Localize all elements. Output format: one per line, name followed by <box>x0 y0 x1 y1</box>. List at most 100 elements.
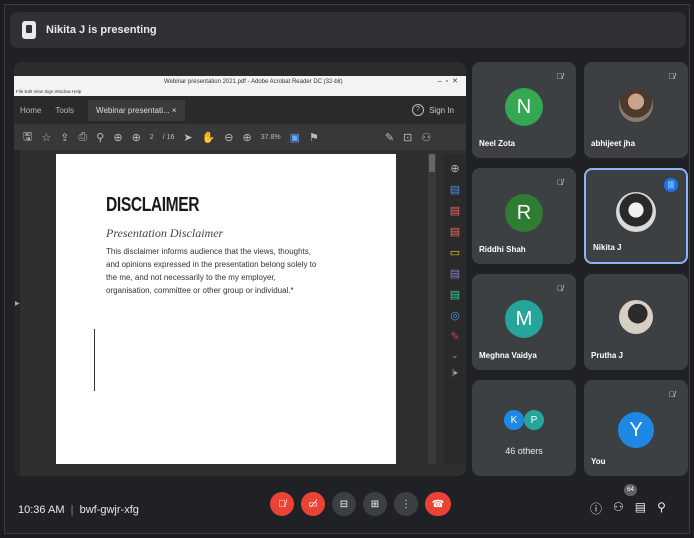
scrollbar-thumb[interactable] <box>429 154 435 172</box>
page-number-input[interactable]: 2 <box>150 134 154 141</box>
present-button[interactable]: ⊞ <box>363 492 387 516</box>
slide-accent-line <box>94 329 95 391</box>
share-icon[interactable]: ⊡ <box>403 131 412 144</box>
avatar: K <box>504 410 524 430</box>
avatar <box>619 300 653 334</box>
side-panel-controls: ⓘ ⚇ ▤ ⚲ <box>590 500 677 517</box>
chat-icon[interactable]: ▤ <box>635 500 646 517</box>
acrobat-window-title: Webinar presentation 2021.pdf - Adobe Ac… <box>164 79 343 85</box>
left-pane-toggle[interactable]: ▶ <box>14 150 20 476</box>
meeting-code: bwf-gwjr-xfg <box>79 504 139 516</box>
meeting-controls-bar: 10:36 AM | bwf-gwjr-xfg 🎙̸ ▭̸ ⊟ ⊞ ⋮ ☎ 64… <box>0 478 694 534</box>
export-pdf-icon[interactable]: ▤ <box>450 183 460 196</box>
print-icon[interactable]: ⎙ <box>78 131 87 144</box>
presenting-banner: Nikita J is presenting <box>10 12 686 48</box>
zoom-level[interactable]: 37.8% <box>261 134 281 141</box>
meeting-info: 10:36 AM | bwf-gwjr-xfg <box>18 504 139 516</box>
participant-name: abhijeet jha <box>591 139 636 148</box>
more-tools-icon[interactable]: ⌄ <box>452 351 459 360</box>
participant-tile[interactable]: R 🎙̸ Riddhi Shah <box>472 168 576 264</box>
page-down-icon[interactable]: ⊕ <box>132 131 141 144</box>
zoom-out-icon[interactable]: ⊖ <box>224 131 233 144</box>
tab-home[interactable]: Home <box>20 106 41 115</box>
fill-sign-icon[interactable]: ✎ <box>450 330 459 343</box>
collapse-pane-icon[interactable]: |▸ <box>452 368 458 377</box>
separator: | <box>70 504 74 516</box>
mic-muted-icon: 🎙̸ <box>669 390 675 399</box>
search-icon[interactable]: ⚲ <box>96 131 104 144</box>
present-icon: ⊞ <box>370 498 380 510</box>
avatar: R <box>505 194 543 232</box>
captions-button[interactable]: ⊟ <box>332 492 356 516</box>
participant-tile[interactable]: Prutha J <box>584 274 688 370</box>
others-avatars: K P <box>504 410 544 430</box>
comment-tool-icon[interactable]: ▭ <box>450 246 460 259</box>
avatar <box>619 88 653 122</box>
zoom-in-icon[interactable]: ⊕ <box>243 131 252 144</box>
comment-icon[interactable]: ⚑ <box>309 131 319 144</box>
select-cursor-icon[interactable]: ➤ <box>183 131 192 144</box>
hand-tool-icon[interactable]: ✋ <box>202 131 216 144</box>
participant-name: Nikita J <box>593 243 622 252</box>
self-tile[interactable]: Y 🎙̸ You <box>584 380 688 476</box>
edit-pdf-icon[interactable]: ▤ <box>450 225 460 238</box>
upload-icon[interactable]: ⇪ <box>60 131 69 144</box>
more-options-button[interactable]: ⋮ <box>394 492 418 516</box>
combine-icon[interactable]: ▤ <box>450 267 460 280</box>
tab-tools[interactable]: Tools <box>55 106 74 115</box>
avatar: P <box>524 410 544 430</box>
fit-page-icon[interactable]: ▣ <box>290 131 300 144</box>
acrobat-menu-bar[interactable]: File Edit View Sign Window Help <box>14 88 466 96</box>
zoom-tool-icon[interactable]: ⊕ <box>450 162 459 175</box>
others-tile[interactable]: K P 46 others <box>472 380 576 476</box>
presentation-icon <box>22 21 36 39</box>
participant-tile-active[interactable]: ||| Nikita J <box>584 168 688 264</box>
acrobat-title-bar: Webinar presentation 2021.pdf - Adobe Ac… <box>14 76 466 88</box>
create-pdf-icon[interactable]: ▤ <box>450 204 460 217</box>
compress-icon[interactable]: ◎ <box>450 309 460 322</box>
captions-icon: ⊟ <box>339 498 349 510</box>
acrobat-toolbar: 🖫 ☆ ⇪ ⎙ ⚲ ⊕ ⊕ 2 / 16 ➤ ✋ ⊖ ⊕ 37.8% ▣ ⚑ ✎… <box>14 124 466 150</box>
avatar <box>616 192 656 232</box>
slide-body: This disclaimer informs audience that th… <box>106 247 317 295</box>
mic-off-button[interactable]: 🎙̸ <box>270 492 294 516</box>
camera-off-icon: ▭̸ <box>308 498 318 510</box>
participant-name: Meghna Vaidya <box>479 351 537 360</box>
help-icon[interactable]: ? <box>412 104 424 116</box>
organize-icon[interactable]: ▤ <box>450 288 460 301</box>
participant-name: Neel Zota <box>479 139 516 148</box>
window-controls[interactable]: –▫✕ <box>438 76 462 88</box>
presenting-text: Nikita J is presenting <box>46 24 157 36</box>
expand-arrow-icon: ▶ <box>15 301 20 307</box>
avatar: N <box>505 88 543 126</box>
end-call-button[interactable]: ☎ <box>425 492 451 516</box>
pdf-page: DISCLAIMER Presentation Disclaimer This … <box>56 154 396 464</box>
avatar: Y <box>618 412 654 448</box>
clock-time: 10:36 AM <box>18 504 65 516</box>
info-icon[interactable]: ⓘ <box>590 500 602 517</box>
page-up-icon[interactable]: ⊕ <box>113 131 122 144</box>
account-icon[interactable]: ⚇ <box>421 131 431 144</box>
more-vert-icon: ⋮ <box>401 498 411 510</box>
participant-tile[interactable]: N 🎙̸ Neel Zota <box>472 62 576 158</box>
screen-share: Webinar presentation 2021.pdf - Adobe Ac… <box>14 62 466 476</box>
mic-muted-icon: 🎙̸ <box>669 72 675 81</box>
save-icon[interactable]: 🖫 <box>23 128 32 147</box>
document-scrollbar[interactable] <box>428 154 436 464</box>
sign-icon[interactable]: ✎ <box>385 131 394 144</box>
mic-muted-icon: 🎙̸ <box>557 284 563 293</box>
speaking-indicator-icon: ||| <box>664 178 678 192</box>
others-count: 46 others <box>505 446 543 456</box>
tab-document[interactable]: Webinar presentati... × <box>88 99 185 121</box>
camera-off-button[interactable]: ▭̸ <box>301 492 325 516</box>
bookmark-icon[interactable]: ☆ <box>41 131 51 144</box>
participant-count-badge: 64 <box>624 484 637 496</box>
participant-tile[interactable]: M 🎙̸ Meghna Vaidya <box>472 274 576 370</box>
sign-in-button[interactable]: Sign In <box>429 106 454 115</box>
mic-muted-icon: 🎙̸ <box>557 178 563 187</box>
people-icon[interactable]: ⚇ <box>613 500 624 517</box>
participant-name: Riddhi Shah <box>479 245 526 254</box>
participant-name: Prutha J <box>591 351 624 360</box>
activities-icon[interactable]: ⚲ <box>657 500 666 517</box>
participant-tile[interactable]: 🎙̸ abhijeet jha <box>584 62 688 158</box>
